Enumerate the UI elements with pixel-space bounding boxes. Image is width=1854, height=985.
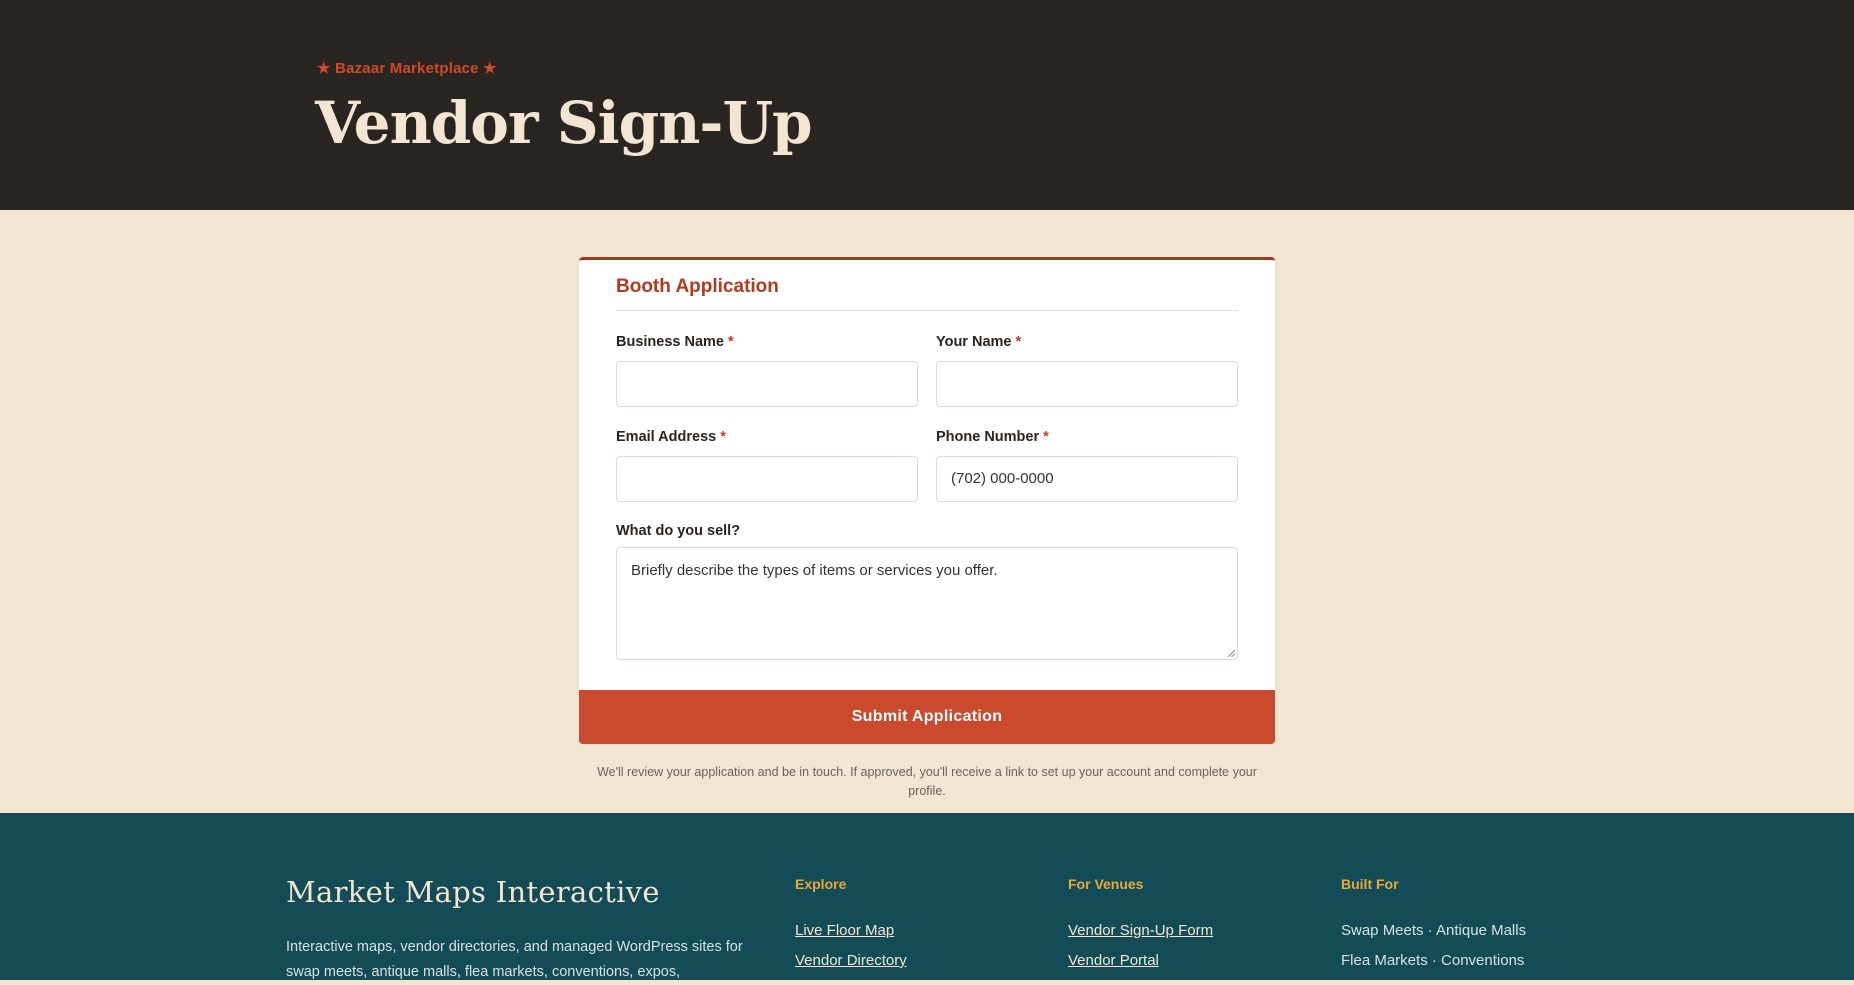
footer-brand: Market Maps Interactive bbox=[286, 875, 660, 909]
required-mark: * bbox=[728, 334, 734, 350]
phone-field[interactable]: (702) 000-0000 bbox=[936, 456, 1238, 502]
built-for-heading: Built For bbox=[1341, 876, 1399, 892]
resize-grip-icon[interactable] bbox=[1227, 649, 1235, 657]
required-mark: * bbox=[1043, 429, 1049, 445]
for-venues-heading: For Venues bbox=[1068, 876, 1144, 892]
phone-label: Phone Number * bbox=[936, 429, 1049, 445]
required-mark: * bbox=[720, 429, 726, 445]
your-name-label: Your Name * bbox=[936, 334, 1022, 350]
your-name-field[interactable] bbox=[936, 361, 1238, 407]
business-name-field[interactable] bbox=[616, 361, 918, 407]
what-do-you-sell-label: What do you sell? bbox=[616, 523, 741, 539]
required-mark: * bbox=[1015, 334, 1022, 350]
site-footer: Market Maps Interactive Interactive maps… bbox=[0, 813, 1854, 980]
email-label: Email Address * bbox=[616, 429, 726, 445]
live-floor-map-link[interactable]: Live Floor Map bbox=[795, 922, 894, 939]
business-name-label: Business Name * bbox=[616, 334, 734, 350]
review-note: We'll review your application and be in … bbox=[597, 765, 1257, 798]
email-field[interactable] bbox=[616, 456, 918, 502]
booth-application-card: Booth Application Business Name * Your N… bbox=[579, 257, 1275, 690]
form-title: Booth Application bbox=[616, 276, 779, 297]
page-header: ★ Bazaar Marketplace ★ Vendor Sign-Up bbox=[0, 0, 1854, 210]
built-for-item: Flea Markets · Conventions bbox=[1341, 952, 1525, 969]
vendor-portal-link[interactable]: Vendor Portal bbox=[1068, 952, 1159, 969]
form-divider bbox=[616, 310, 1238, 311]
vendor-directory-link[interactable]: Vendor Directory bbox=[795, 952, 907, 969]
page-title: Vendor Sign-Up bbox=[315, 89, 813, 157]
built-for-item: Swap Meets · Antique Malls bbox=[1341, 922, 1527, 939]
submit-application-button[interactable]: Submit Application bbox=[579, 690, 1275, 744]
vendor-signup-form-link[interactable]: Vendor Sign-Up Form bbox=[1068, 922, 1213, 939]
footer-description: Interactive maps, vendor directories, an… bbox=[286, 939, 743, 980]
site-eyebrow: ★ Bazaar Marketplace ★ bbox=[317, 60, 497, 77]
explore-heading: Explore bbox=[795, 876, 847, 892]
what-do-you-sell-textarea[interactable]: Briefly describe the types of items or s… bbox=[616, 547, 1238, 660]
textarea-placeholder: Briefly describe the types of items or s… bbox=[631, 562, 998, 579]
